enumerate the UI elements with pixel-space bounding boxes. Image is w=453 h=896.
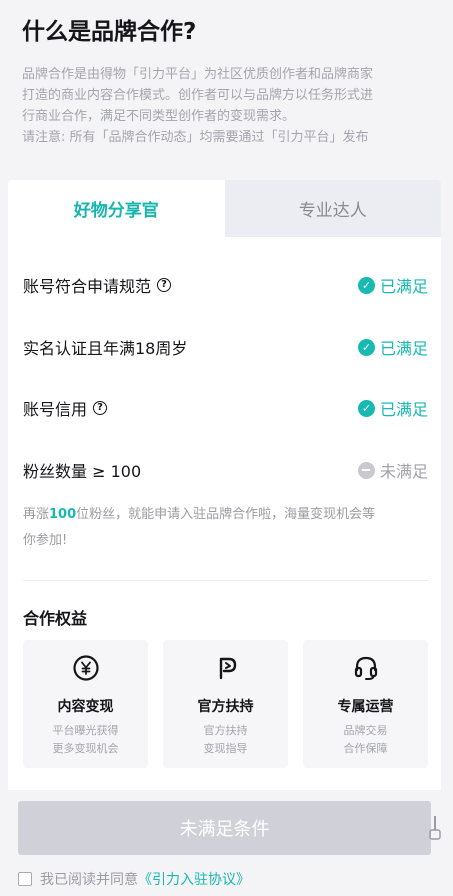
intro-text: 品牌合作是由得物「引力平台」为社区优质创作者和品牌商家 打造的商业内容合作模式。… (22, 64, 434, 148)
intro-line: 行商业合作，满足不同类型创作者的变现需求。 (22, 109, 296, 124)
status-unmet: 未满足 (357, 458, 428, 482)
status-label: 已满足 (379, 400, 428, 419)
requirement-label-group: 账号信用 ? (23, 396, 108, 420)
requirement-label-group: 实名认证且年满18周岁 (23, 335, 187, 359)
check-circle-icon: ✓ (357, 399, 375, 417)
benefit-desc-line: 更多变现机会 (52, 742, 119, 755)
requirement-label: 账号符合申请规范 (23, 277, 152, 296)
cooperation-card: 好物分享官 专业达人 账号符合申请规范 ? ✓ 已满足 实名认证且年满18周岁 … (8, 180, 441, 790)
status-met: ✓ 已满足 (357, 396, 428, 420)
status-label: 未满足 (379, 462, 428, 481)
requirement-label: 实名认证且年满18周岁 (23, 339, 188, 358)
follower-hint: 再涨100位粉丝，就能申请入驻品牌合作啦，海量变现机会等 你参加! (23, 502, 423, 554)
requirement-label-group: 账号符合申请规范 ? (23, 273, 172, 297)
p-logo-icon (219, 657, 236, 680)
help-icon[interactable]: ? (93, 401, 108, 415)
check-circle-icon: ✓ (357, 276, 375, 294)
benefit-desc-line: 官方扶持 (203, 724, 248, 737)
minus-circle-icon (357, 461, 375, 479)
divider (23, 580, 428, 581)
scroll-handle-icon[interactable] (428, 815, 442, 841)
help-icon[interactable]: ? (157, 278, 172, 292)
hint-suffix: 位粉丝，就能申请入驻品牌合作啦，海量变现机会等 (76, 507, 376, 522)
hint-count: 100 (49, 507, 77, 522)
hint-prefix: 再涨 (23, 507, 50, 522)
benefit-name: 内容变现 (57, 699, 114, 715)
agreement-checkbox[interactable] (18, 872, 32, 886)
requirement-label: 粉丝数量 ≥ 100 (23, 462, 142, 481)
benefit-card-dedicated-operations: 专属运营 品牌交易 合作保障 (303, 640, 428, 768)
requirement-label-group: 粉丝数量 ≥ 100 (23, 458, 141, 482)
tab-good-product-sharer[interactable]: 好物分享官 (8, 180, 225, 237)
status-met: ✓ 已满足 (357, 335, 428, 359)
benefit-card-official-support: 官方扶持 官方扶持 变现指导 (163, 640, 288, 768)
tab-bar: 好物分享官 专业达人 (8, 180, 441, 237)
benefit-desc: 平台曝光获得 更多变现机会 (53, 722, 119, 758)
yen-coin-icon (72, 655, 99, 681)
headset-icon (354, 656, 377, 680)
benefit-card-content-monetization: 内容变现 平台曝光获得 更多变现机会 (23, 640, 148, 768)
benefit-desc-line: 平台曝光获得 (52, 724, 119, 737)
apply-button[interactable]: 未满足条件 (18, 801, 431, 855)
requirement-row: 账号信用 ? ✓ 已满足 (23, 393, 428, 423)
page-title: 什么是品牌合作? (22, 19, 197, 45)
requirement-row: 实名认证且年满18周岁 ✓ 已满足 (23, 332, 428, 362)
intro-line: 打造的商业内容合作模式。创作者可以与品牌方以任务形式进 (22, 88, 374, 103)
agreement-row: 我已阅读并同意 《引力入驻协议》 (18, 869, 250, 889)
hint-line2: 你参加! (23, 533, 68, 548)
benefit-desc-line: 合作保障 (343, 742, 388, 755)
check-circle-icon: ✓ (357, 338, 375, 356)
requirement-row: 账号符合申请规范 ? ✓ 已满足 (23, 270, 428, 300)
benefits-list: 内容变现 平台曝光获得 更多变现机会 官方扶持 官方扶持 变现指导 专属运营 品… (23, 640, 428, 768)
intro-line: 品牌合作是由得物「引力平台」为社区优质创作者和品牌商家 (22, 67, 374, 82)
status-met: ✓ 已满足 (357, 273, 428, 297)
tab-professional-expert[interactable]: 专业达人 (224, 180, 441, 237)
benefit-desc: 官方扶持 变现指导 (204, 722, 248, 758)
benefit-name: 专属运营 (337, 699, 394, 715)
agreement-text: 我已阅读并同意 (40, 872, 138, 888)
requirement-label: 账号信用 (23, 400, 88, 419)
benefits-title: 合作权益 (23, 609, 88, 628)
benefit-desc: 品牌交易 合作保障 (344, 722, 388, 758)
requirement-row: 粉丝数量 ≥ 100 未满足 (23, 455, 428, 485)
benefit-desc-line: 品牌交易 (343, 724, 388, 737)
status-label: 已满足 (379, 339, 428, 358)
agreement-link[interactable]: 《引力入驻协议》 (138, 869, 250, 889)
benefit-desc-line: 变现指导 (203, 742, 248, 755)
status-label: 已满足 (379, 277, 428, 296)
intro-notice: 请注意: 所有「品牌合作动态」均需要通过「引力平台」发布 (22, 130, 369, 145)
benefit-name: 官方扶持 (197, 699, 254, 715)
